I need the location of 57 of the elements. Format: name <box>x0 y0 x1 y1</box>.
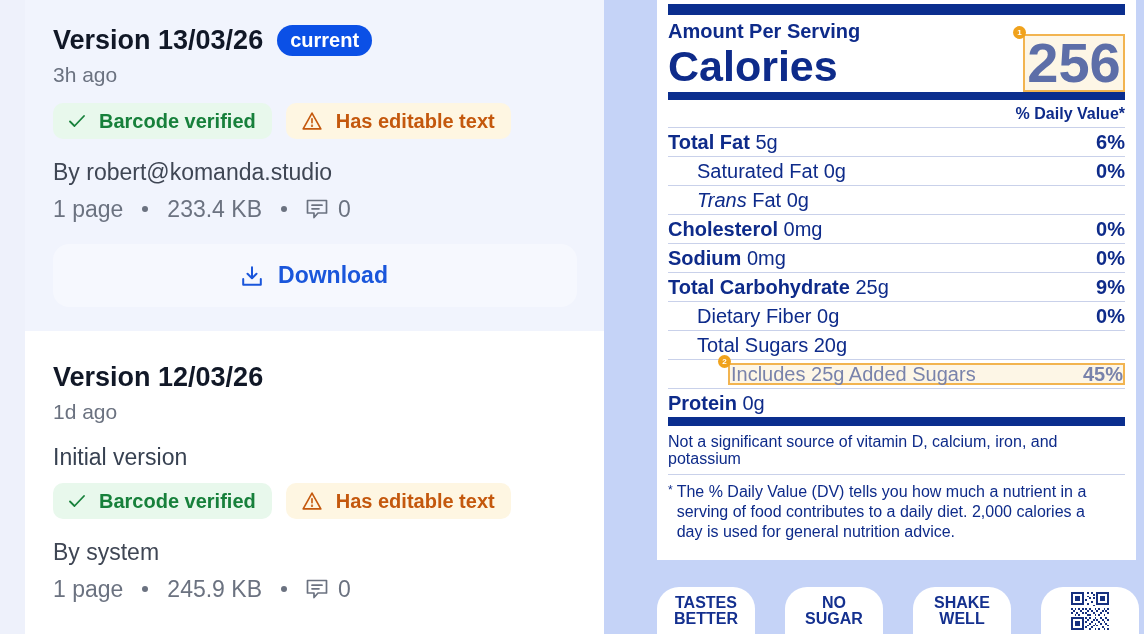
nutrient-label: Sodium 0mg <box>668 246 786 270</box>
version-card[interactable]: Version 12/03/26 1d ago Initial version Barcode verified Has editable text By system 1 page 245.9 KB 0 <box>25 331 604 634</box>
vitamin-note: Not a significant source of vitamin D, calcium, iron, and potassium <box>668 433 1059 467</box>
version-title: Version 12/03/26 <box>53 361 264 393</box>
version-age: 1d ago <box>53 399 119 424</box>
daily-value-percent: 6% <box>1096 130 1125 154</box>
tile-text: SHAKE WELL <box>933 594 991 627</box>
tile-text: TASTES BETTER <box>673 594 739 627</box>
nutrient-label: Trans Fat 0g <box>697 188 809 212</box>
qr-code-icon <box>1071 591 1109 630</box>
nutrient-label: Total Carbohydrate 25g <box>668 275 889 299</box>
nutrient-label: Total Fat 5g <box>668 130 778 154</box>
daily-value-percent: 9% <box>1096 275 1125 299</box>
comment-icon <box>306 199 328 219</box>
nutrient-label: Cholesterol 0mg <box>668 217 823 241</box>
version-author: By robert@komanda.studio <box>53 158 334 186</box>
daily-value-percent: 0% <box>1096 159 1125 183</box>
amount-heading: Amount Per Serving <box>668 20 861 42</box>
version-author: By system <box>53 538 161 566</box>
calories-value: 256 <box>1027 35 1121 91</box>
tag-label: Has editable text <box>335 489 495 513</box>
comment-count: 0 <box>338 195 351 223</box>
download-icon <box>242 265 263 286</box>
file-size: 233.4 KB <box>167 195 262 223</box>
tag-label: Barcode verified <box>99 109 256 133</box>
nutrient-label: Dietary Fiber 0g <box>697 304 840 328</box>
tag-label: Has editable text <box>335 109 495 133</box>
calories-label: Calories <box>668 43 839 89</box>
daily-value-percent: 0% <box>1096 246 1125 270</box>
daily-value-percent: 0% <box>1096 304 1125 328</box>
page-count: 1 page <box>53 575 124 603</box>
footnote-mark: * <box>668 482 673 499</box>
warning-triangle-icon <box>301 112 322 130</box>
nutrient-label: Includes 25g Added Sugars <box>731 362 976 386</box>
check-icon <box>69 495 85 507</box>
warning-triangle-icon <box>301 492 322 510</box>
marker-badge: 2 <box>718 355 731 368</box>
nutrient-label: Total Sugars 20g <box>697 333 848 357</box>
tile-text: NO SUGAR <box>804 594 864 627</box>
nutrient-label: Saturated Fat 0g <box>697 159 846 183</box>
daily-value-note: The % Daily Value (DV) tells you how much a nutrient in a serving of food contributes to a daily diet. 2,000 calories a day is used for general nutrition advice. <box>676 482 1088 542</box>
tag-label: Barcode verified <box>99 489 256 513</box>
daily-value-heading: % Daily Value* <box>1015 104 1125 124</box>
comment-count: 0 <box>338 575 351 603</box>
version-status-badge: current <box>277 24 373 56</box>
version-age: 3h ago <box>53 62 119 87</box>
daily-value-percent: 45% <box>1082 362 1123 386</box>
version-note: Initial version <box>53 443 189 471</box>
page-count: 1 page <box>53 195 124 223</box>
download-button[interactable]: Download <box>53 244 577 307</box>
comment-icon <box>306 579 328 599</box>
check-icon <box>69 115 85 127</box>
marker-badge: 1 <box>1013 26 1026 39</box>
nutrient-label: Protein 0g <box>668 391 765 415</box>
daily-value-percent: 0% <box>1096 217 1125 241</box>
version-title: Version 13/03/26 <box>53 24 264 56</box>
file-size: 245.9 KB <box>167 575 262 603</box>
